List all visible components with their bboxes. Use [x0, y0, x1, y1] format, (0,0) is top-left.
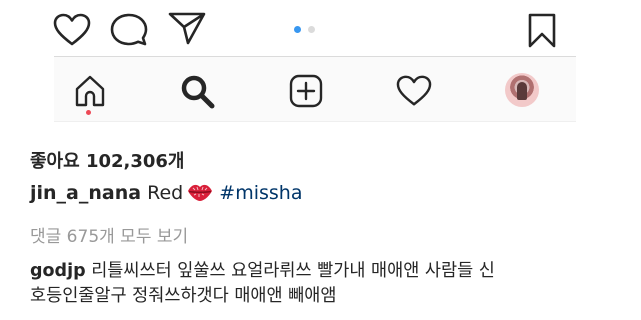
hashtag-link[interactable]: #missha: [219, 182, 302, 204]
comment-username[interactable]: godjp: [30, 261, 86, 281]
heart-icon[interactable]: [52, 12, 92, 48]
caption-text: Red: [147, 182, 184, 204]
carousel-dot-inactive: [308, 26, 315, 33]
comment-text-line2: 호등인줄알구 정줘쓰하갯다 매애앤 빼애앰: [30, 286, 337, 306]
notification-dot: [86, 110, 91, 115]
activity-heart-icon[interactable]: [395, 74, 433, 108]
post-caption: jin_a_nana Red #missha: [30, 182, 302, 204]
bookmark-icon[interactable]: [527, 12, 557, 48]
carousel-indicator: [294, 26, 318, 36]
profile-avatar[interactable]: [505, 73, 539, 107]
comment-item: godjp 리틀씨쓰터 잎쑬쓰 요얼라뤼쓰 빨가내 매애앤 사람들 신 호등인줄…: [30, 259, 610, 309]
home-icon[interactable]: [73, 74, 107, 108]
caption-username[interactable]: jin_a_nana: [30, 182, 141, 204]
likes-count[interactable]: 좋아요 102,306개: [30, 147, 185, 173]
view-all-comments-link[interactable]: 댓글 675개 모두 보기: [30, 222, 188, 247]
comment-text-line1: 리틀씨쓰터 잎쑬쓰 요얼라뤼쓰 빨가내 매애앤 사람들 신: [91, 261, 495, 281]
search-icon[interactable]: [180, 74, 216, 110]
kiss-mark-icon: [188, 184, 213, 201]
carousel-dot-active: [294, 26, 301, 33]
comment-icon[interactable]: [110, 12, 148, 48]
avatar-figure: [517, 82, 527, 100]
add-post-icon[interactable]: [288, 73, 324, 109]
share-icon[interactable]: [167, 10, 207, 46]
